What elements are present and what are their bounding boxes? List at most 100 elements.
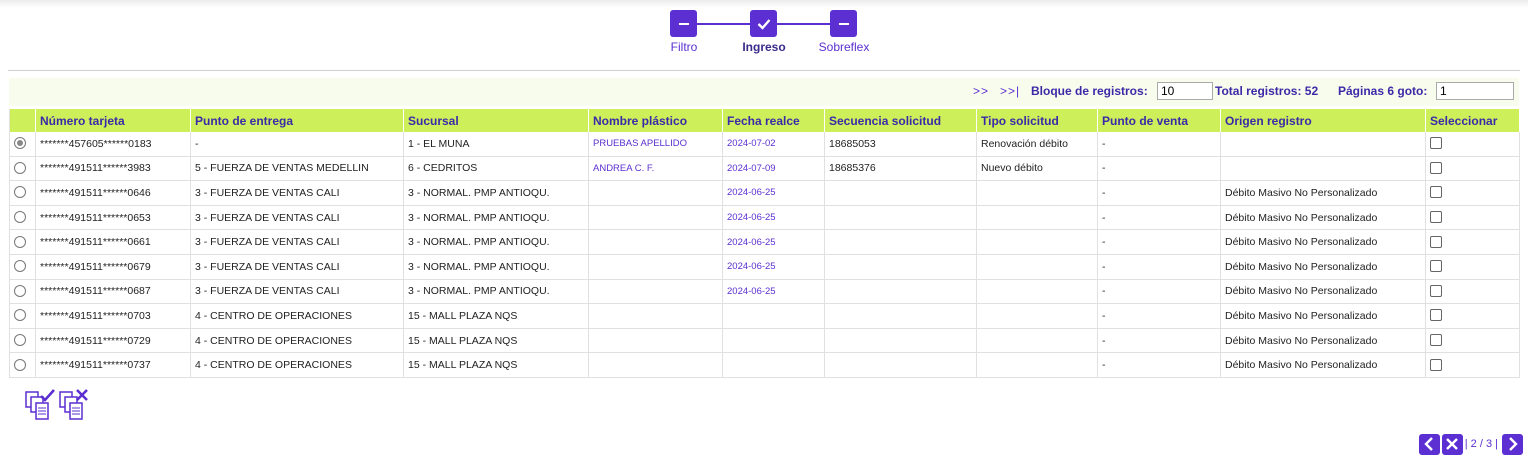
- step-filtro-button[interactable]: [670, 10, 697, 37]
- row-select-checkbox[interactable]: [1430, 186, 1442, 199]
- bulk-actions: [24, 388, 94, 422]
- cell-nombre-plastico[interactable]: ANDREA C. F.: [588, 156, 723, 182]
- cell-nombre-plastico[interactable]: [588, 328, 723, 354]
- table-row: *******491511******0687 3 - FUERZA DE VEN…: [9, 279, 1520, 305]
- cell-fecha-realce[interactable]: 2024-06-25: [722, 279, 825, 305]
- row-select-radio[interactable]: [14, 235, 26, 248]
- goto-page-input[interactable]: [1436, 82, 1514, 100]
- col-header-fecha-realce[interactable]: Fecha realce: [722, 109, 825, 132]
- step-sobreflex-button[interactable]: [830, 10, 857, 37]
- cell-nombre-plastico[interactable]: [588, 303, 723, 329]
- cell-radio: [9, 303, 36, 329]
- cell-seleccionar: [1425, 254, 1520, 280]
- approve-documents-icon[interactable]: [24, 388, 56, 422]
- cell-origen-registro: [1220, 156, 1426, 182]
- divider: [8, 70, 1520, 71]
- row-select-checkbox[interactable]: [1430, 309, 1442, 322]
- row-select-checkbox[interactable]: [1430, 358, 1442, 371]
- cell-punto-venta: -: [1097, 180, 1221, 206]
- cell-seleccionar: [1425, 279, 1520, 305]
- col-header-nombre-plastico[interactable]: Nombre plástico: [588, 109, 723, 132]
- row-select-checkbox[interactable]: [1430, 334, 1442, 347]
- reject-documents-icon[interactable]: [58, 388, 92, 422]
- cell-nombre-plastico[interactable]: [588, 205, 723, 231]
- chevron-left-icon: [1424, 437, 1434, 451]
- cell-nombre-plastico[interactable]: [588, 254, 723, 280]
- cell-fecha-realce[interactable]: [722, 303, 825, 329]
- row-select-radio[interactable]: [14, 309, 26, 322]
- cell-seleccionar: [1425, 156, 1520, 182]
- progress-stepper: Filtro Ingreso Sobreflex: [660, 10, 880, 60]
- close-button[interactable]: [1441, 433, 1463, 455]
- step-filtro-label[interactable]: Filtro: [644, 40, 724, 54]
- cell-nombre-plastico[interactable]: [588, 180, 723, 206]
- block-size-input[interactable]: [1157, 82, 1213, 100]
- col-header-secuencia-solicitud[interactable]: Secuencia solicitud: [824, 109, 977, 132]
- cell-fecha-realce[interactable]: 2024-06-25: [722, 229, 825, 255]
- step-sobreflex-label[interactable]: Sobreflex: [804, 40, 884, 54]
- cell-fecha-realce[interactable]: [722, 328, 825, 354]
- row-select-radio[interactable]: [14, 284, 26, 297]
- cell-punto-entrega: 5 - FUERZA DE VENTAS MEDELLIN: [190, 156, 404, 182]
- close-icon: [1446, 438, 1459, 450]
- row-select-radio[interactable]: [14, 137, 26, 150]
- row-select-checkbox[interactable]: [1430, 235, 1442, 248]
- cell-tipo-solicitud: [976, 328, 1098, 354]
- cell-fecha-realce[interactable]: 2024-06-25: [722, 254, 825, 280]
- cell-punto-venta: -: [1097, 254, 1221, 280]
- cell-origen-registro: Débito Masivo No Personalizado: [1220, 328, 1426, 354]
- col-header-punto-entrega[interactable]: Punto de entrega: [190, 109, 404, 132]
- cell-seleccionar: [1425, 303, 1520, 329]
- cell-nombre-plastico[interactable]: [588, 279, 723, 305]
- cell-fecha-realce[interactable]: 2024-07-02: [722, 132, 825, 157]
- cell-seleccionar: [1425, 352, 1520, 378]
- cell-punto-entrega: 4 - CENTRO DE OPERACIONES: [190, 328, 404, 354]
- cell-origen-registro: Débito Masivo No Personalizado: [1220, 303, 1426, 329]
- cell-numero-tarjeta: *******491511******0679: [35, 254, 191, 280]
- cell-radio: [9, 156, 36, 182]
- cell-nombre-plastico[interactable]: PRUEBAS APELLIDO: [588, 132, 723, 157]
- row-select-radio[interactable]: [14, 358, 26, 371]
- cell-radio: [9, 229, 36, 255]
- row-select-radio[interactable]: [14, 260, 26, 273]
- col-header-sucursal[interactable]: Sucursal: [403, 109, 589, 132]
- row-select-checkbox[interactable]: [1430, 161, 1442, 174]
- cell-numero-tarjeta: *******491511******0661: [35, 229, 191, 255]
- row-select-radio[interactable]: [14, 186, 26, 199]
- cell-numero-tarjeta: *******491511******0687: [35, 279, 191, 305]
- cell-nombre-plastico[interactable]: [588, 352, 723, 378]
- col-header-tipo-solicitud[interactable]: Tipo solicitud: [976, 109, 1098, 132]
- cell-sucursal: 3 - NORMAL. PMP ANTIOQU.: [403, 205, 589, 231]
- cell-fecha-realce[interactable]: [722, 352, 825, 378]
- cell-secuencia-solicitud: [824, 229, 977, 255]
- row-select-radio[interactable]: [14, 334, 26, 347]
- next-block-link[interactable]: >>: [973, 84, 989, 98]
- cell-numero-tarjeta: *******491511******0737: [35, 352, 191, 378]
- col-header-numero-tarjeta[interactable]: Número tarjeta: [35, 109, 191, 132]
- table-row: *******457605******0183-1 - EL MUNA PRUEB…: [9, 132, 1520, 157]
- row-select-radio[interactable]: [14, 211, 26, 224]
- cell-radio: [9, 352, 36, 378]
- table-row: *******491511******0703 4 - CENTRO DE OPE…: [9, 303, 1520, 329]
- cell-fecha-realce[interactable]: 2024-06-25: [722, 180, 825, 206]
- row-select-checkbox[interactable]: [1430, 211, 1442, 224]
- row-select-checkbox[interactable]: [1430, 284, 1442, 297]
- cell-secuencia-solicitud: [824, 303, 977, 329]
- next-page-button[interactable]: [1502, 433, 1523, 455]
- step-ingreso-button[interactable]: [750, 10, 777, 37]
- cell-seleccionar: [1425, 328, 1520, 354]
- row-select-checkbox[interactable]: [1430, 260, 1442, 273]
- col-header-origen-registro[interactable]: Origen registro: [1220, 109, 1426, 132]
- cell-radio: [9, 132, 36, 157]
- prev-page-button[interactable]: [1418, 433, 1440, 455]
- cell-fecha-realce[interactable]: 2024-07-09: [722, 156, 825, 182]
- step-ingreso-label[interactable]: Ingreso: [724, 40, 804, 54]
- row-select-radio[interactable]: [14, 161, 26, 174]
- col-header-punto-venta[interactable]: Punto de venta: [1097, 109, 1221, 132]
- cell-nombre-plastico[interactable]: [588, 229, 723, 255]
- cell-sucursal: 15 - MALL PLAZA NQS: [403, 303, 589, 329]
- cell-secuencia-solicitud: [824, 254, 977, 280]
- row-select-checkbox[interactable]: [1430, 137, 1442, 150]
- last-block-link[interactable]: >>|: [1000, 84, 1020, 98]
- cell-fecha-realce[interactable]: 2024-06-25: [722, 205, 825, 231]
